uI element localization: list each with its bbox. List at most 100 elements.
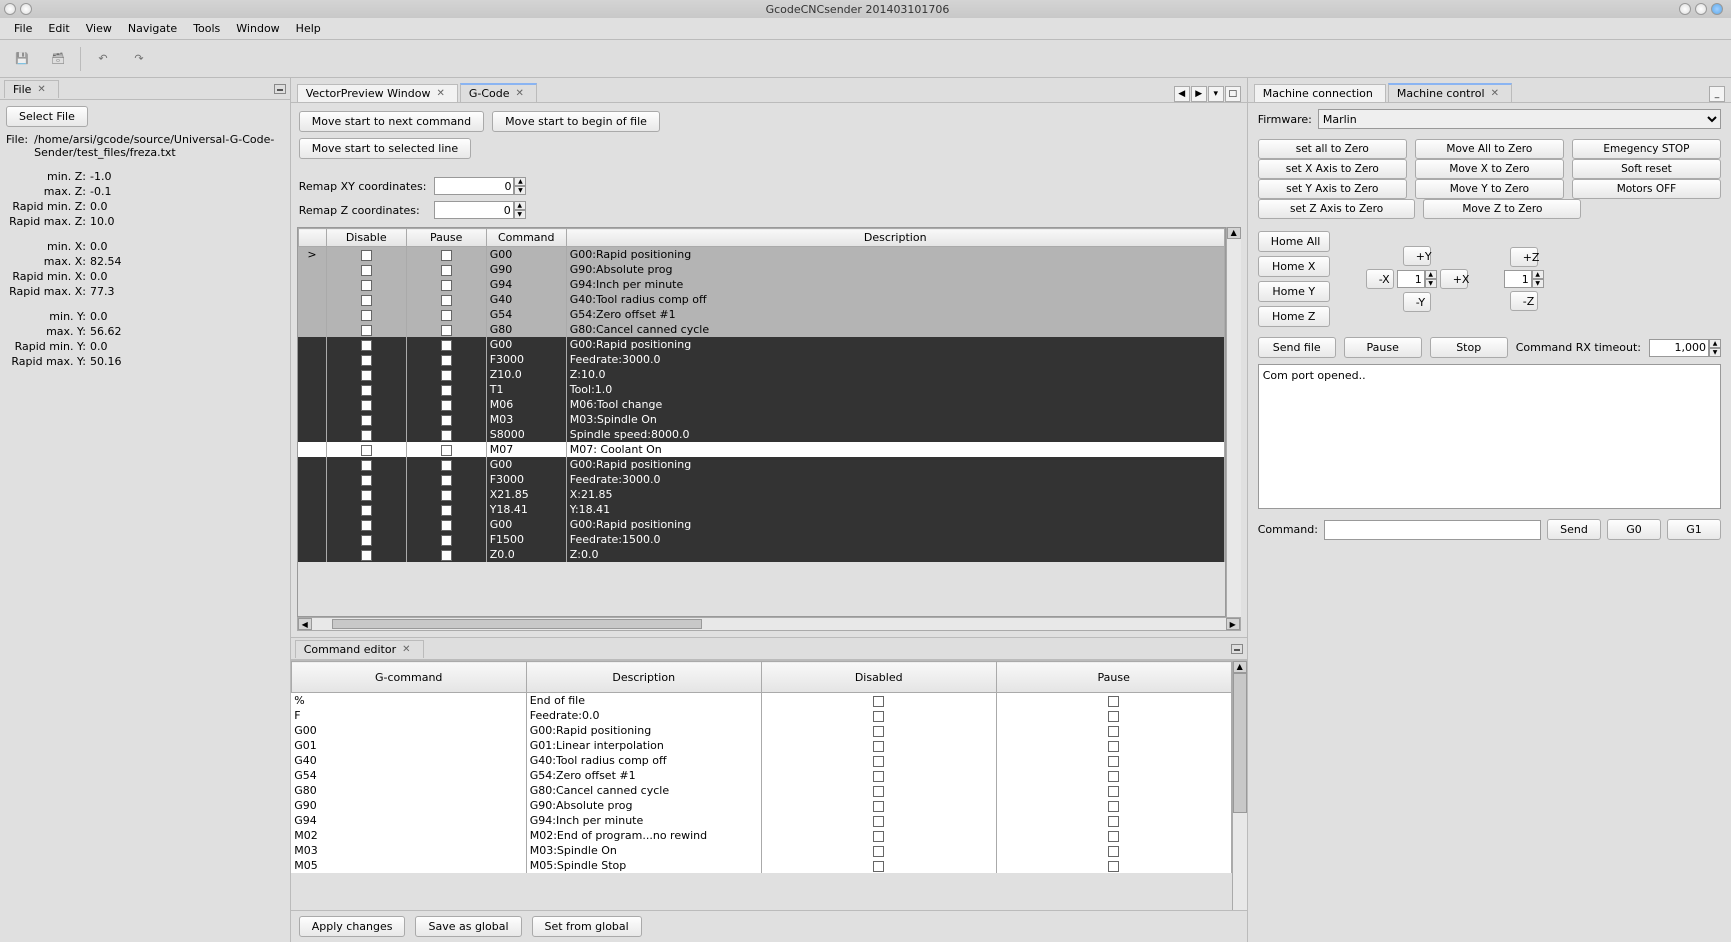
jog-y-spinner[interactable]: ▲▼ <box>1397 270 1437 288</box>
checkbox[interactable] <box>361 370 372 381</box>
table-row[interactable]: F3000Feedrate:3000.0 <box>298 352 1224 367</box>
checkbox[interactable] <box>441 355 452 366</box>
menu-tools[interactable]: Tools <box>185 20 228 37</box>
tab-command-editor[interactable]: Command editor ✕ <box>295 640 424 658</box>
table-row[interactable]: G00G00:Rapid positioning <box>298 457 1224 472</box>
checkbox[interactable] <box>441 415 452 426</box>
stop-button[interactable]: Stop <box>1430 337 1508 358</box>
move-x-to-zero-button[interactable]: Move X to Zero <box>1415 159 1564 179</box>
checkbox[interactable] <box>441 295 452 306</box>
column-header[interactable]: Command <box>486 229 566 247</box>
close-icon[interactable]: ✕ <box>1491 88 1499 99</box>
checkbox[interactable] <box>361 295 372 306</box>
column-header[interactable]: Disable <box>326 229 406 247</box>
checkbox[interactable] <box>361 460 372 471</box>
checkbox[interactable] <box>441 280 452 291</box>
checkbox[interactable] <box>873 816 884 827</box>
g0-button[interactable]: G0 <box>1607 519 1661 540</box>
checkbox[interactable] <box>441 490 452 501</box>
table-row[interactable]: M05M05:Spindle Stop <box>291 858 1231 873</box>
table-row[interactable]: T1Tool:1.0 <box>298 382 1224 397</box>
spin-up-icon[interactable]: ▲ <box>514 201 526 210</box>
checkbox[interactable] <box>361 265 372 276</box>
menu-navigate[interactable]: Navigate <box>120 20 185 37</box>
checkbox[interactable] <box>1108 846 1119 857</box>
select-file-button[interactable]: Select File <box>6 106 88 127</box>
jog-minus-x-button[interactable]: -X <box>1366 269 1394 289</box>
checkbox[interactable] <box>873 726 884 737</box>
checkbox[interactable] <box>441 325 452 336</box>
home-z-button[interactable]: Home Z <box>1258 306 1330 327</box>
remap-xy-input[interactable] <box>434 177 514 195</box>
checkbox[interactable] <box>441 505 452 516</box>
table-row[interactable]: M07M07: Coolant On <box>298 442 1224 457</box>
spin-up-icon[interactable]: ▲ <box>514 177 526 186</box>
save-icon[interactable]: 💾 <box>8 45 36 73</box>
move-z-to-zero-button[interactable]: Move Z to Zero <box>1423 199 1581 219</box>
table-row[interactable]: G90G90:Absolute prog <box>291 798 1231 813</box>
checkbox[interactable] <box>441 370 452 381</box>
checkbox[interactable] <box>441 535 452 546</box>
spin-down-icon[interactable]: ▼ <box>514 186 526 195</box>
table-row[interactable]: G01G01:Linear interpolation <box>291 738 1231 753</box>
checkbox[interactable] <box>873 861 884 872</box>
home-x-button[interactable]: Home X <box>1258 256 1330 277</box>
emegency-stop-button[interactable]: Emegency STOP <box>1572 139 1721 159</box>
table-row[interactable]: Z0.0Z:0.0 <box>298 547 1224 562</box>
maximize-window-icon[interactable] <box>1711 3 1723 15</box>
table-row[interactable]: F3000Feedrate:3000.0 <box>298 472 1224 487</box>
checkbox[interactable] <box>873 801 884 812</box>
checkbox[interactable] <box>361 355 372 366</box>
checkbox[interactable] <box>441 520 452 531</box>
checkbox[interactable] <box>441 250 452 261</box>
table-row[interactable]: M02M02:End of program...no rewind <box>291 828 1231 843</box>
tab-machine-control[interactable]: Machine control ✕ <box>1388 83 1512 102</box>
column-header[interactable]: Disabled <box>761 662 996 693</box>
checkbox[interactable] <box>361 520 372 531</box>
table-row[interactable]: G00G00:Rapid positioning <box>291 723 1231 738</box>
send-file-button[interactable]: Send file <box>1258 337 1336 358</box>
close-window-icon[interactable] <box>4 3 16 15</box>
pause-button[interactable]: Pause <box>1344 337 1422 358</box>
close-icon[interactable]: ✕ <box>402 644 410 655</box>
nav-next-icon[interactable]: ▶ <box>1191 86 1207 102</box>
table-row[interactable]: M03M03:Spindle On <box>298 412 1224 427</box>
column-header[interactable]: Description <box>526 662 761 693</box>
checkbox[interactable] <box>361 535 372 546</box>
checkbox[interactable] <box>441 400 452 411</box>
console-output[interactable]: Com port opened.. <box>1258 364 1721 509</box>
undo-icon[interactable]: ↶ <box>89 45 117 73</box>
timeout-spinner[interactable]: ▲▼ <box>1649 339 1721 357</box>
menu-window[interactable]: Window <box>228 20 287 37</box>
checkbox[interactable] <box>361 400 372 411</box>
remap-z-spinner[interactable]: ▲▼ <box>434 201 526 219</box>
table-row[interactable]: G90G90:Absolute prog <box>298 262 1224 277</box>
checkbox[interactable] <box>873 696 884 707</box>
dropdown-icon[interactable]: ▾ <box>1208 86 1224 102</box>
minimize-panel-icon[interactable]: _ <box>1709 86 1725 102</box>
remap-xy-spinner[interactable]: ▲▼ <box>434 177 526 195</box>
checkbox[interactable] <box>441 445 452 456</box>
checkbox[interactable] <box>441 460 452 471</box>
tab-vector-preview[interactable]: VectorPreview Window ✕ <box>297 84 458 102</box>
checkbox[interactable] <box>1108 816 1119 827</box>
move-y-to-zero-button[interactable]: Move Y to Zero <box>1415 179 1564 199</box>
checkbox[interactable] <box>441 475 452 486</box>
table-row[interactable]: G54G54:Zero offset #1 <box>298 307 1224 322</box>
menu-file[interactable]: File <box>6 20 40 37</box>
table-row[interactable]: FFeedrate:0.0 <box>291 708 1231 723</box>
column-header[interactable]: G-command <box>291 662 526 693</box>
apply-changes-button[interactable]: Apply changes <box>299 916 406 937</box>
table-row[interactable]: %End of file <box>291 693 1231 709</box>
checkbox[interactable] <box>361 415 372 426</box>
set-z-axis-to-zero-button[interactable]: set Z Axis to Zero <box>1258 199 1416 219</box>
checkbox[interactable] <box>361 445 372 456</box>
table-row[interactable]: G00G00:Rapid positioning <box>298 517 1224 532</box>
remap-z-input[interactable] <box>434 201 514 219</box>
move-start-selected-button[interactable]: Move start to selected line <box>299 138 471 159</box>
checkbox[interactable] <box>873 741 884 752</box>
home-all-button[interactable]: Home All <box>1258 231 1330 252</box>
horizontal-scrollbar[interactable]: ◀ ▶ <box>297 617 1241 631</box>
command-input[interactable] <box>1324 520 1541 540</box>
checkbox[interactable] <box>1108 801 1119 812</box>
